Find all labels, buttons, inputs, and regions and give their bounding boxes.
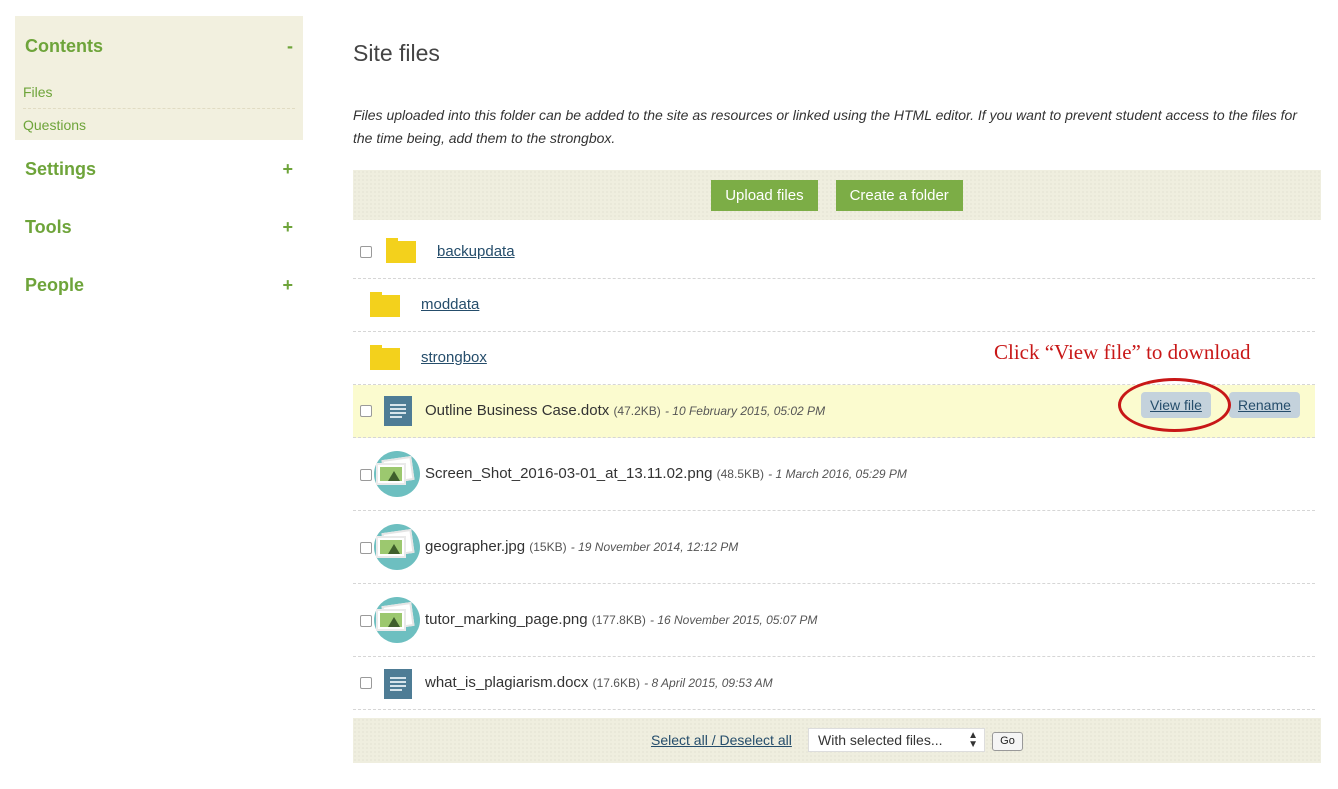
file-info: tutor_marking_page.png (177.8KB) - 16 No… [425, 611, 817, 628]
folder-icon [370, 292, 400, 317]
dropdown-arrows-icon: ▲ ▼ [968, 730, 978, 750]
sidebar-item-questions[interactable]: Questions [23, 108, 295, 140]
rename-button[interactable]: Rename [1229, 392, 1300, 418]
file-name[interactable]: Outline Business Case.dotx [425, 402, 609, 419]
folder-icon [370, 345, 400, 370]
bulk-actions-bar: Select all / Deselect all With selected … [353, 718, 1321, 763]
row-checkbox[interactable] [360, 405, 372, 417]
file-name[interactable]: Screen_Shot_2016-03-01_at_13.11.02.png [425, 465, 712, 482]
file-info: what_is_plagiarism.docx (17.6KB) - 8 Apr… [425, 674, 773, 691]
file-row: tutor_marking_page.png (177.8KB) - 16 No… [353, 584, 1315, 657]
sidebar-contents-list: Files Questions [15, 76, 303, 140]
file-size: (47.2KB) [613, 404, 661, 418]
document-icon [384, 669, 412, 699]
row-checkbox[interactable] [360, 246, 372, 258]
folder-row: backupdata [353, 226, 1315, 279]
intro-text: Files uploaded into this folder can be a… [353, 107, 1297, 146]
file-date: - 16 November 2015, 05:07 PM [650, 613, 818, 627]
row-checkbox[interactable] [360, 469, 372, 481]
file-row: what_is_plagiarism.docx (17.6KB) - 8 Apr… [353, 657, 1315, 710]
file-size: (17.6KB) [592, 676, 640, 690]
create-folder-button[interactable]: Create a folder [835, 179, 963, 211]
file-row: Screen_Shot_2016-03-01_at_13.11.02.png (… [353, 438, 1315, 511]
image-icon [374, 524, 420, 570]
expand-icon[interactable]: + [282, 275, 293, 296]
row-checkbox[interactable] [360, 615, 372, 627]
select-all-link[interactable]: Select all / Deselect all [651, 732, 792, 748]
file-date: - 10 February 2015, 05:02 PM [664, 404, 826, 418]
file-toolbar: Upload files Create a folder [353, 170, 1321, 220]
file-size: (15KB) [529, 540, 567, 554]
with-selected-value: With selected files... [818, 732, 943, 748]
file-date: - 19 November 2014, 12:12 PM [570, 540, 739, 554]
go-button[interactable]: Go [992, 732, 1023, 751]
sidebar-tools-title: Tools [25, 216, 72, 237]
sidebar-section-people[interactable]: People + [15, 256, 303, 314]
sidebar-settings-title: Settings [25, 158, 97, 179]
image-icon [374, 597, 420, 643]
folder-icon [386, 238, 416, 263]
sidebar-section-tools[interactable]: Tools + [15, 198, 303, 256]
expand-icon[interactable]: + [282, 217, 293, 238]
file-size: (177.8KB) [591, 613, 646, 627]
page-title: Site files [353, 40, 440, 66]
upload-files-button[interactable]: Upload files [711, 179, 818, 211]
file-size: (48.5KB) [716, 467, 764, 481]
row-checkbox[interactable] [360, 677, 372, 689]
sidebar-item-files[interactable]: Files [23, 76, 295, 108]
sidebar-people-title: People [25, 274, 85, 295]
sidebar-contents-title: Contents [25, 35, 103, 56]
sidebar-contents-header[interactable]: Contents - [15, 16, 303, 76]
sidebar-section-settings[interactable]: Settings + [15, 140, 303, 198]
file-row: geographer.jpg (15KB) - 19 November 2014… [353, 511, 1315, 584]
collapse-icon[interactable]: - [287, 36, 293, 57]
annotation-ellipse [1118, 378, 1231, 432]
expand-icon[interactable]: + [282, 159, 293, 180]
file-info: Screen_Shot_2016-03-01_at_13.11.02.png (… [425, 465, 907, 482]
folder-link-strongbox[interactable]: strongbox [421, 349, 487, 366]
file-info: geographer.jpg (15KB) - 19 November 2014… [425, 538, 738, 555]
document-icon [384, 396, 412, 426]
file-info: Outline Business Case.dotx (47.2KB) - 10… [425, 402, 825, 419]
file-name[interactable]: geographer.jpg [425, 538, 525, 555]
file-name[interactable]: what_is_plagiarism.docx [425, 674, 588, 691]
row-checkbox[interactable] [360, 542, 372, 554]
annotation-text: Click “View file” to download [994, 340, 1251, 364]
folder-row: moddata [353, 279, 1315, 332]
file-list: backupdata moddata strongbox Outline Bus… [353, 226, 1315, 710]
with-selected-dropdown[interactable]: With selected files... ▲ ▼ [808, 728, 985, 752]
file-date: - 1 March 2016, 05:29 PM [768, 467, 907, 481]
folder-link-backupdata[interactable]: backupdata [437, 243, 515, 260]
sidebar: Contents - Files Questions Settings + To… [15, 16, 303, 314]
file-name[interactable]: tutor_marking_page.png [425, 611, 588, 628]
file-date: - 8 April 2015, 09:53 AM [644, 676, 773, 690]
image-icon [374, 451, 420, 497]
sidebar-contents-panel: Contents - Files Questions [15, 16, 303, 140]
folder-link-moddata[interactable]: moddata [421, 296, 479, 313]
